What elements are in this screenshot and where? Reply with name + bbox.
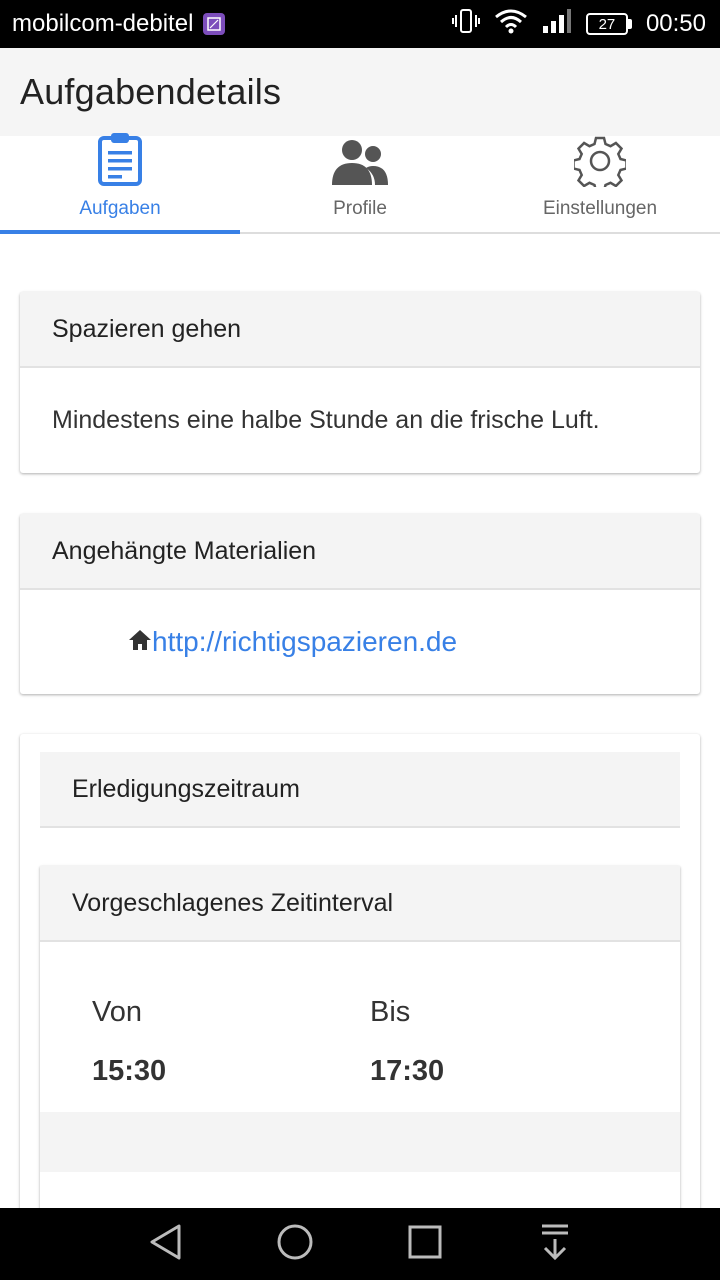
tab-profile[interactable]: Profile — [240, 136, 480, 232]
home-icon — [128, 629, 152, 656]
interval-card: Vorgeschlagenes Zeitinterval Von 15:30 B… — [40, 866, 680, 1208]
home-circle-icon — [276, 1223, 314, 1266]
carrier-name: mobilcom-debitel — [12, 10, 194, 37]
completion-card: Erledigungszeitraum Vorgeschlagenes Zeit… — [20, 734, 700, 1208]
to-column: Bis 17:30 — [370, 996, 444, 1088]
from-label: Von — [92, 996, 142, 1028]
recents-button[interactable] — [395, 1214, 455, 1274]
notification-icon — [203, 13, 226, 35]
clipboard-icon — [97, 131, 143, 192]
interval-title: Vorgeschlagenes Zeitinterval — [40, 866, 680, 942]
tab-einstellungen[interactable]: Einstellungen — [480, 136, 720, 232]
material-link[interactable]: http://richtigspazieren.de — [152, 626, 457, 658]
task-card: Spazieren gehen Mindestens eine halbe St… — [20, 292, 700, 473]
pull-down-icon — [538, 1223, 572, 1266]
from-column: Von 15:30 — [92, 996, 166, 1088]
tab-label: Einstellungen — [542, 198, 658, 219]
next-section-header — [40, 1112, 680, 1172]
notification-pull-button[interactable] — [525, 1214, 585, 1274]
recents-square-icon — [408, 1225, 442, 1264]
completion-title: Erledigungszeitraum — [40, 752, 680, 828]
vibrate-icon — [451, 8, 480, 41]
app-bar: Aufgabendetails — [0, 48, 720, 136]
tab-label: Profile — [333, 198, 387, 219]
people-icon — [331, 137, 389, 192]
battery-level: 27 — [585, 13, 628, 35]
status-bar: mobilcom-debitel 27 00:50 — [0, 0, 720, 48]
back-button[interactable] — [135, 1214, 195, 1274]
battery-icon: 27 — [585, 13, 632, 35]
signal-icon — [542, 8, 572, 41]
materials-title: Angehängte Materialien — [20, 514, 700, 590]
home-button[interactable] — [265, 1214, 325, 1274]
material-link-row[interactable]: http://richtigspazieren.de — [20, 590, 700, 694]
tab-aufgaben[interactable]: Aufgaben — [0, 133, 240, 234]
to-label: Bis — [370, 996, 411, 1028]
materials-card: Angehängte Materialien http://richtigspa… — [20, 514, 700, 694]
to-value: 17:30 — [370, 1055, 445, 1087]
content-scroll-area[interactable]: Spazieren gehen Mindestens eine halbe St… — [0, 234, 720, 1208]
back-triangle-icon — [148, 1223, 182, 1266]
wifi-icon — [494, 8, 528, 41]
tab-bar: Aufgaben Profile Einstellungen — [0, 133, 720, 234]
gear-icon — [572, 135, 628, 193]
clock: 00:50 — [645, 10, 706, 37]
task-description: Mindestens eine halbe Stunde an die fris… — [52, 406, 600, 434]
from-value: 15:30 — [92, 1055, 167, 1087]
tab-label: Aufgaben — [79, 198, 161, 219]
page-title: Aufgabendetails — [20, 71, 282, 112]
navigation-bar — [0, 1208, 720, 1280]
task-title: Spazieren gehen — [20, 292, 700, 368]
